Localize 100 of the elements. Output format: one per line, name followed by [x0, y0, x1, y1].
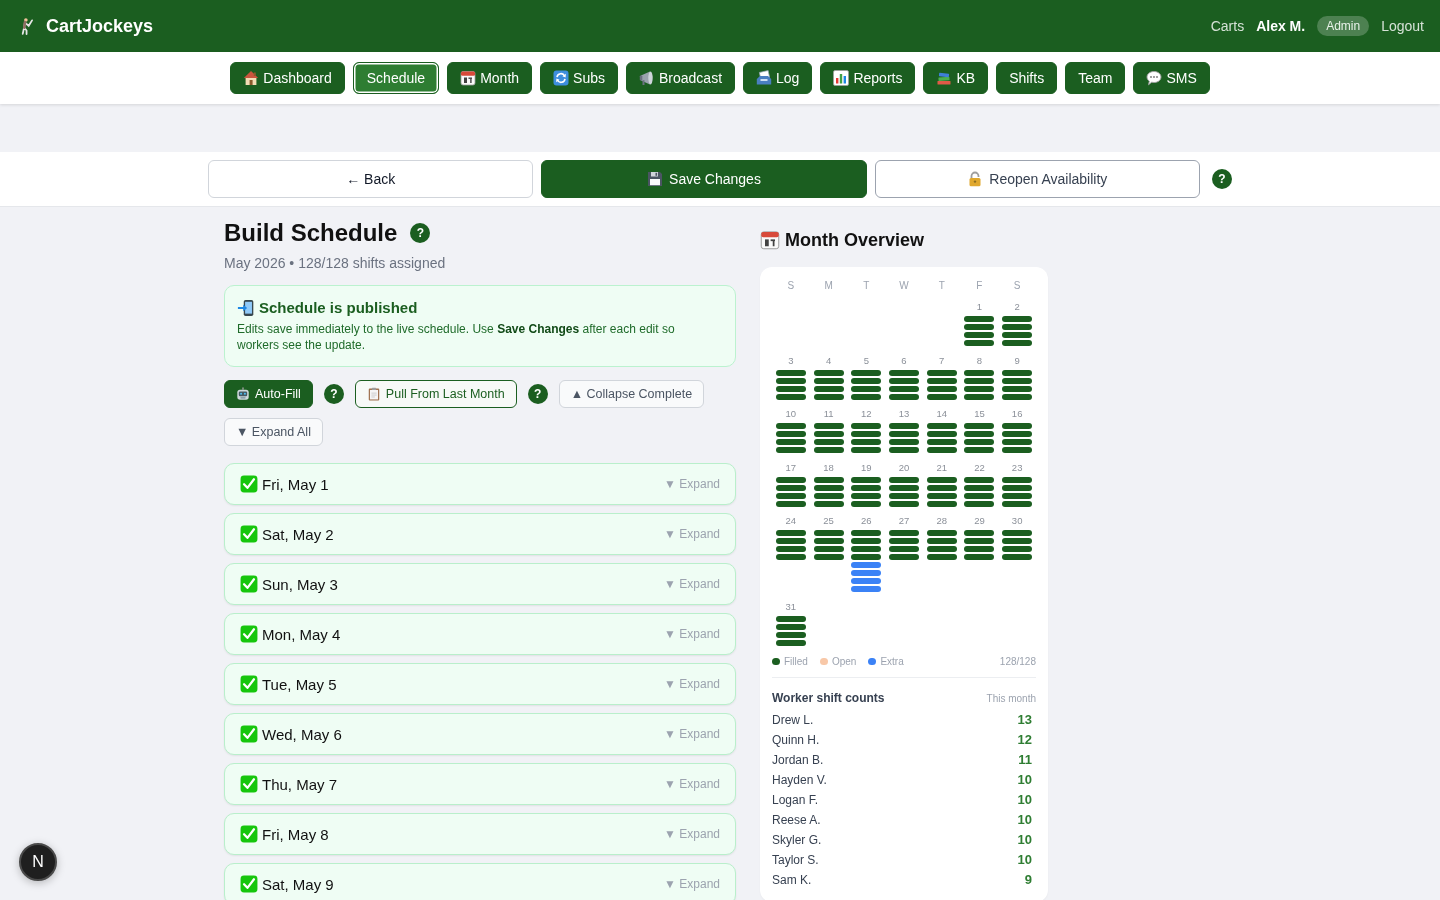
shift-bar [889, 439, 919, 445]
shift-bar [851, 570, 882, 576]
worker-name: Drew L. [772, 712, 814, 727]
nav-tab[interactable]: Month [447, 62, 533, 94]
day-number: 11 [823, 408, 834, 420]
nav-tab[interactable]: Subs [540, 62, 618, 94]
day-label: Sat, May 9 [262, 875, 335, 893]
shift-bar [964, 546, 995, 552]
nav-tab[interactable]: Shifts [996, 62, 1058, 94]
period-label: This month [986, 692, 1036, 704]
shift-bar [775, 530, 806, 536]
nav-tab[interactable]: Log [743, 62, 813, 94]
day-number: 17 [785, 461, 797, 474]
day-number: 12 [861, 408, 872, 420]
shift-bar [1002, 439, 1033, 445]
day-number: 18 [823, 461, 834, 474]
shift-bar [851, 578, 882, 584]
house-icon [243, 70, 260, 86]
help-button[interactable]: ? [323, 384, 344, 404]
shift-bar [926, 447, 957, 453]
nav-tab[interactable]: Team [1065, 62, 1126, 94]
shift-bar [813, 423, 844, 429]
worker-name: Sam K. [772, 872, 812, 887]
shift-bar [775, 431, 806, 437]
toggle-button[interactable]: ▼ Expand All [224, 418, 323, 446]
day-label: Wed, May 6 [262, 725, 343, 743]
shift-bar [926, 538, 957, 544]
day-row[interactable]: Mon, May 4 ▼ Expand [224, 613, 736, 655]
header-link[interactable]: Carts [1210, 18, 1245, 34]
reopen-button[interactable]: Reopen Availability [874, 160, 1200, 198]
shift-bar [889, 423, 919, 429]
day-number: 24 [785, 515, 797, 527]
day-number: 7 [939, 354, 945, 367]
shift-bar [926, 431, 957, 437]
day-row[interactable]: Tue, May 5 ▼ Expand [224, 663, 736, 705]
day-number: 19 [861, 461, 872, 474]
page-subtitle: May 2026 • 128/128 shifts assigned [224, 255, 447, 272]
shift-count: 13 [1017, 712, 1032, 727]
shift-bar [1002, 554, 1033, 560]
shift-count: 10 [1017, 812, 1032, 827]
day-number: 28 [936, 515, 947, 527]
shift-bar [813, 439, 844, 445]
day-number: 21 [936, 461, 947, 474]
day-row[interactable]: Sat, May 9 ▼ Expand [224, 863, 736, 900]
shift-bar [851, 546, 882, 552]
weekday-label: T [938, 279, 945, 293]
day-row[interactable]: Wed, May 6 ▼ Expand [224, 713, 736, 755]
save-button[interactable]: Save Changes [541, 160, 867, 198]
day-row[interactable]: Thu, May 7 ▼ Expand [224, 763, 736, 805]
shift-bar [964, 340, 995, 346]
shift-bar [1002, 324, 1033, 330]
help-button[interactable]: ? [410, 223, 431, 243]
day-number: 26 [861, 515, 872, 527]
notice-title: Schedule is published [259, 298, 418, 318]
shift-bar [889, 530, 919, 536]
day-number: 16 [1011, 408, 1023, 420]
legend-label: Filled [784, 655, 808, 668]
help-button[interactable]: ? [1212, 169, 1232, 189]
weekday-label: S [1013, 279, 1021, 293]
day-row[interactable]: Fri, May 1 ▼ Expand [224, 463, 736, 505]
shift-bar [813, 530, 844, 536]
day-number: 9 [1014, 354, 1020, 367]
back-button[interactable]: ← Back [208, 160, 534, 198]
nav-tab[interactable]: Schedule [352, 62, 440, 94]
nav-tab[interactable]: KB [923, 62, 989, 94]
nav-tab[interactable]: Broadcast [626, 62, 736, 94]
day-number: 27 [898, 515, 910, 527]
shift-bar [813, 546, 844, 552]
shift-bar [1002, 340, 1033, 346]
worker-name: Quinn H. [772, 732, 820, 747]
shift-bar [1002, 530, 1033, 536]
day-row[interactable]: Fri, May 8 ▼ Expand [224, 813, 736, 855]
day-row[interactable]: Sat, May 2 ▼ Expand [224, 513, 736, 555]
nav-tab[interactable]: SMS [1133, 62, 1210, 94]
help-button[interactable]: ? [527, 384, 548, 404]
section-title: Worker shift counts [772, 689, 885, 706]
nav-tab[interactable]: Dashboard [230, 62, 345, 94]
logout-link[interactable]: Logout [1381, 18, 1424, 34]
day-number: 13 [898, 408, 910, 420]
worker-name: Reese A. [772, 812, 821, 827]
calendar-icon [760, 230, 780, 250]
dev-tools-button[interactable]: N [19, 843, 57, 881]
megaphone-icon [639, 70, 655, 86]
legend-label: Extra [880, 655, 904, 668]
shift-bar [926, 439, 957, 445]
shift-bar [964, 447, 995, 453]
day-label: Fri, May 1 [262, 475, 330, 493]
autofill-button[interactable]: Auto-Fill [224, 380, 313, 408]
role-badge: Admin [1317, 16, 1370, 36]
nav-tab[interactable]: Reports [820, 62, 916, 94]
toggle-button[interactable]: ▲ Collapse Complete [558, 380, 705, 408]
shift-count: 10 [1017, 832, 1032, 847]
shift-bar [813, 447, 844, 453]
padlock-icon [967, 171, 984, 187]
day-row[interactable]: Sun, May 3 ▼ Expand [224, 563, 736, 605]
day-number: 20 [898, 461, 910, 474]
shift-bar [964, 423, 995, 429]
pull-button[interactable]: Pull From Last Month [354, 380, 517, 408]
day-number: 25 [823, 515, 834, 527]
worker-name: Jordan B. [772, 752, 824, 767]
